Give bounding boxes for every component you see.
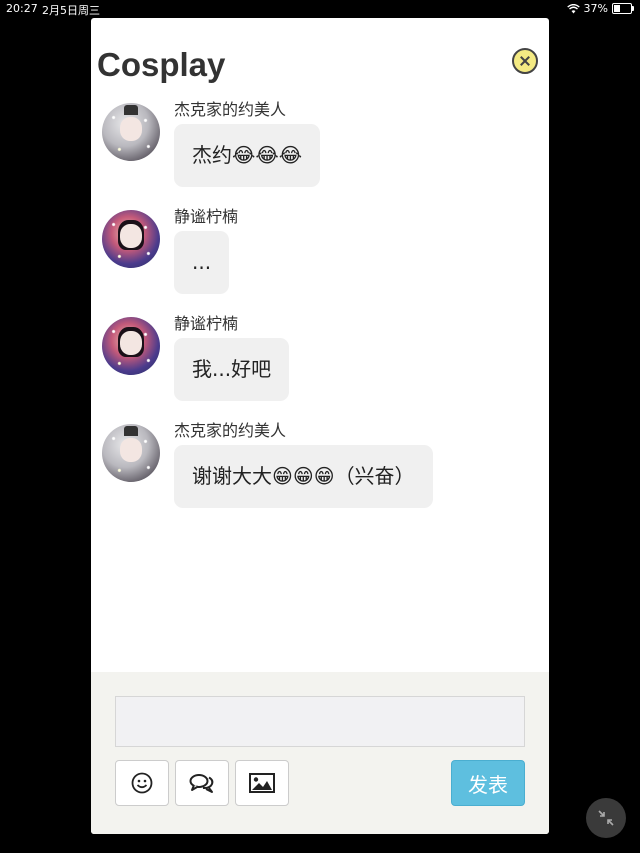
close-icon[interactable] <box>512 48 538 74</box>
quote-button[interactable] <box>175 760 229 806</box>
send-button[interactable]: 发表 <box>451 760 525 806</box>
avatar[interactable] <box>102 210 160 268</box>
image-icon <box>249 773 275 793</box>
page-title: Cosplay <box>97 46 226 83</box>
status-time: 20:27 <box>6 2 38 15</box>
message-username: 静谧柠楠 <box>174 314 239 333</box>
battery-icon <box>612 3 634 14</box>
comment-input[interactable] <box>115 696 525 747</box>
image-button[interactable] <box>235 760 289 806</box>
wifi-icon <box>566 3 580 13</box>
emoji-button[interactable] <box>115 760 169 806</box>
message-username: 杰克家的约美人 <box>174 421 287 440</box>
status-bar: 20:27 2月5日周三 37% <box>0 0 640 18</box>
message-emoji: 😁😁😁 <box>272 464 335 488</box>
message-bubble: 谢谢大大😁😁😁（兴奋） <box>174 445 433 508</box>
message-emoji: 😂😂😂 <box>232 143 303 167</box>
battery-fill <box>614 5 620 12</box>
collapse-button[interactable] <box>586 798 626 838</box>
composer: 发表 <box>91 672 549 834</box>
message-username: 静谧柠楠 <box>174 207 239 226</box>
smiley-icon <box>131 772 153 794</box>
message-bubble: ... <box>174 231 230 294</box>
battery-percent: 37% <box>583 2 608 15</box>
message-text: 谢谢大大 <box>192 464 272 488</box>
chat-panel: Cosplay 杰克家的约美人 杰约😂😂😂 静谧柠楠 ... 静谧柠楠 我...… <box>91 18 549 834</box>
message-username: 杰克家的约美人 <box>174 100 287 119</box>
message-suffix: （兴奋） <box>334 464 415 488</box>
avatar[interactable] <box>102 103 160 161</box>
chat-bubbles-icon <box>189 774 214 793</box>
message-bubble: 杰约😂😂😂 <box>174 124 321 187</box>
message-bubble: 我...好吧 <box>174 338 290 401</box>
status-indicators: 37% <box>566 2 634 15</box>
avatar[interactable] <box>102 317 160 375</box>
message-text: 我...好吧 <box>192 357 272 381</box>
collapse-arrows-icon <box>598 810 614 826</box>
message-text: 杰约 <box>192 143 232 167</box>
avatar[interactable] <box>102 424 160 482</box>
status-date: 2月5日周三 <box>42 4 100 17</box>
message-text: ... <box>192 250 212 274</box>
